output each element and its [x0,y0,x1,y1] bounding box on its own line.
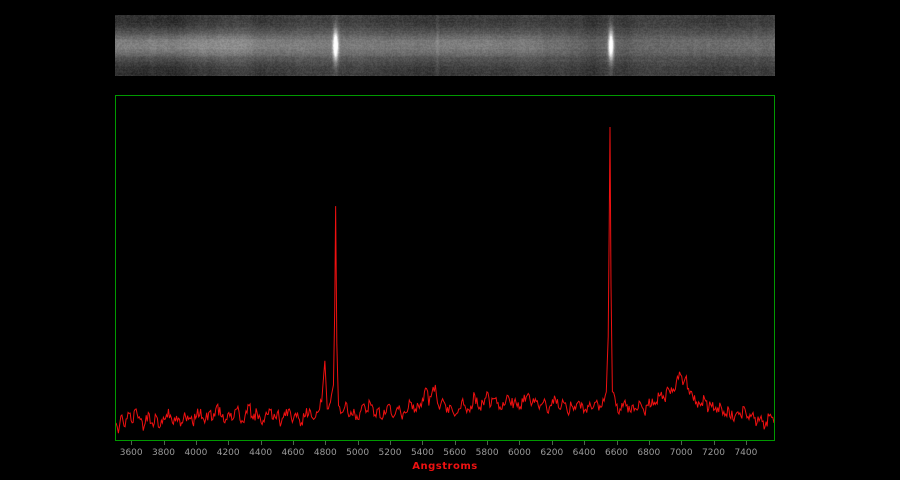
x-tick-label: 7000 [670,448,693,458]
x-tick-label: 4800 [314,448,337,458]
x-tick-mark [358,441,359,445]
spectrum-trace-plot [116,96,774,440]
x-tick-label: 6600 [605,448,628,458]
x-axis-title: Angstroms [115,461,775,472]
x-tick-label: 4400 [249,448,272,458]
x-tick-mark [584,441,585,445]
x-tick-label: 5400 [411,448,434,458]
x-tick-label: 6400 [573,448,596,458]
x-tick-label: 5000 [346,448,369,458]
x-tick-mark [714,441,715,445]
x-tick-mark [649,441,650,445]
x-tick-label: 6000 [508,448,531,458]
x-tick-mark [390,441,391,445]
x-tick-label: 3800 [152,448,175,458]
x-tick-label: 5600 [443,448,466,458]
x-tick-mark [196,441,197,445]
x-tick-mark [487,441,488,445]
x-tick-label: 6800 [637,448,660,458]
x-tick-mark [325,441,326,445]
x-tick-label: 7200 [702,448,725,458]
x-tick-label: 5800 [476,448,499,458]
x-tick-mark [681,441,682,445]
x-tick-label: 6200 [540,448,563,458]
x-tick-label: 4200 [217,448,240,458]
spectral-analysis-screen: 3600 3800 4000 4200 4400 4600 4800 5000 5200 5400… [0,0,900,480]
x-tick-mark [519,441,520,445]
x-tick-mark [261,441,262,445]
spectrum-trace-line [116,127,774,433]
x-tick-mark [455,441,456,445]
x-tick-mark [617,441,618,445]
x-tick-label: 7400 [734,448,757,458]
spectrum-2d-strip-image [115,15,775,76]
x-tick-mark [746,441,747,445]
x-tick-mark [422,441,423,445]
x-tick-label: 5200 [379,448,402,458]
x-tick-mark [552,441,553,445]
x-tick-mark [293,441,294,445]
x-tick-label: 4000 [184,448,207,458]
x-tick-mark [164,441,165,445]
x-tick-mark [228,441,229,445]
spectrum-plot-frame [115,95,775,441]
x-tick-label: 3600 [120,448,143,458]
x-tick-label: 4600 [281,448,304,458]
x-tick-mark [131,441,132,445]
